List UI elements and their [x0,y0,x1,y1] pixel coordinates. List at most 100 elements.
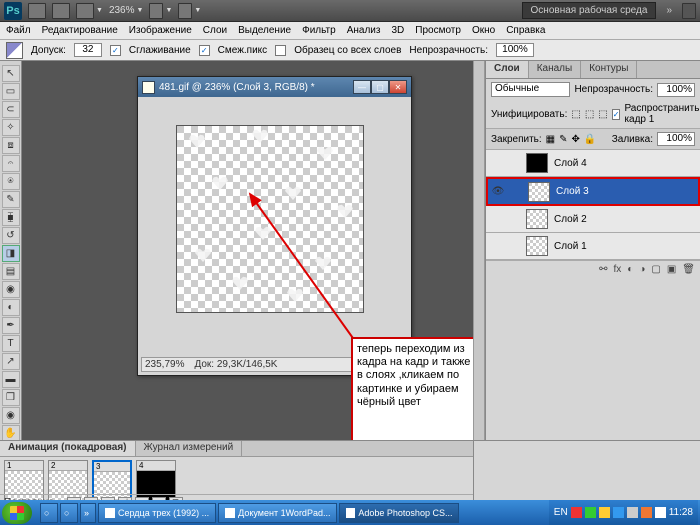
maximize-button[interactable]: ▢ [371,80,389,94]
tab-channels[interactable]: Каналы [529,61,582,78]
adjustment-icon[interactable]: ◑ [639,264,645,275]
doc-zoom: 235,79% [145,359,184,370]
gradient-tool[interactable]: ▤ [2,263,20,280]
mask-icon[interactable]: ◐ [627,264,633,275]
document-titlebar[interactable]: 481.gif @ 236% (Слой 3, RGB/8) * — ▢ ✕ [138,77,411,97]
blur-tool[interactable]: ◉ [2,281,20,298]
contiguous-checkbox[interactable]: ✓ [199,45,210,56]
tray-icon-1[interactable] [571,507,582,518]
history-brush-tool[interactable]: ↺ [2,227,20,244]
lang-indicator[interactable]: EN [554,507,568,518]
tolerance-input[interactable]: 32 [74,43,102,57]
visibility-icon[interactable]: 👁 [488,186,508,197]
tab-paths[interactable]: Контуры [581,61,637,78]
quicklaunch-more[interactable]: » [80,503,96,523]
menu-analysis[interactable]: Анализ [347,25,381,36]
lasso-tool[interactable]: ⊂ [2,101,20,118]
tray-icon-2[interactable] [585,507,596,518]
tray-icon-4[interactable] [613,507,624,518]
menu-filter[interactable]: Фильтр [302,25,336,36]
blend-mode-select[interactable]: Обычные [491,82,570,97]
lock-all-icon[interactable]: 🔒 [584,134,596,145]
menu-select[interactable]: Выделение [238,25,291,36]
marquee-tool[interactable]: ▭ [2,83,20,100]
tool-preset-icon[interactable] [6,42,23,59]
cslive-icon[interactable] [682,3,696,19]
tab-animation[interactable]: Анимация (покадровая) [0,441,136,456]
layer-row[interactable]: 👁Слой 3 [486,177,700,206]
wand-tool[interactable]: ✧ [2,119,20,136]
eyedropper-tool[interactable]: 𝄐 [2,155,20,172]
hand-tool-dropdown[interactable]: ▼ [149,3,172,19]
link-layers-icon[interactable]: ⚯ [599,264,607,275]
workspace-more-icon[interactable]: » [662,5,676,16]
start-button[interactable] [2,502,32,524]
layer-row[interactable]: Слой 1 [486,233,700,260]
unify-pos-icon[interactable]: ⬚ [571,109,580,120]
system-tray: EN 11:28 [549,500,698,525]
propagate-checkbox[interactable]: ✓ [612,109,621,120]
crop-tool[interactable]: ⧈ [2,137,20,154]
antialias-checkbox[interactable]: ✓ [110,45,121,56]
lock-pos-icon[interactable]: ✥ [572,134,580,145]
clock[interactable]: 11:28 [669,507,693,518]
zoom-dropdown[interactable]: 236%▼ [109,5,144,16]
bridge-icon[interactable] [28,3,46,19]
fill-input[interactable]: 100% [657,132,695,146]
move-tool[interactable]: ↖ [2,65,20,82]
brush-tool[interactable]: ✎ [2,191,20,208]
layer-row[interactable]: Слой 2 [486,206,700,233]
menu-file[interactable]: Файл [6,25,31,36]
tray-icon-7[interactable] [655,507,666,518]
menu-image[interactable]: Изображение [129,25,192,36]
all-layers-checkbox[interactable] [275,45,286,56]
delete-layer-icon[interactable]: 🗑 [682,264,695,275]
quicklaunch-1[interactable]: ○ [40,503,58,523]
layer-opacity-input[interactable]: 100% [657,83,695,97]
minimize-button[interactable]: — [353,80,371,94]
menu-window[interactable]: Окно [472,25,495,36]
layer-thumb [528,182,550,202]
type-tool[interactable]: T [2,335,20,352]
new-layer-icon[interactable]: ▣ [667,264,676,275]
quicklaunch-2[interactable]: ○ [60,503,78,523]
group-icon[interactable]: ▢ [651,264,660,275]
workspace-switcher[interactable]: Основная рабочая среда [522,2,657,19]
layer-row[interactable]: Слой 4 [486,150,700,177]
panel-collapse-strip[interactable] [473,61,485,485]
tab-measurement-log[interactable]: Журнал измерений [136,441,243,456]
stamp-tool[interactable]: ⧯ [2,209,20,226]
canvas[interactable] [176,125,364,313]
taskbar-item[interactable]: Сердца трех (1992) ... [98,503,216,523]
view-arrange-dropdown[interactable]: ▼ [76,3,103,19]
tray-icon-6[interactable] [641,507,652,518]
tray-icon-5[interactable] [627,507,638,518]
menu-edit[interactable]: Редактирование [42,25,118,36]
menu-view[interactable]: Просмотр [415,25,461,36]
path-tool[interactable]: ↗ [2,353,20,370]
tray-icon-3[interactable] [599,507,610,518]
taskbar-item[interactable]: Документ 1WordPad... [218,503,337,523]
opacity-input[interactable]: 100% [496,43,534,57]
close-button[interactable]: ✕ [389,80,407,94]
lock-trans-icon[interactable]: ▦ [546,134,555,145]
unify-style-icon[interactable]: ⬚ [598,109,607,120]
layer-thumb [526,236,548,256]
healing-tool[interactable]: ⍟ [2,173,20,190]
fx-icon[interactable]: fx [614,264,622,275]
dodge-tool[interactable]: ◐ [2,299,20,316]
tab-layers[interactable]: Слои [486,61,529,78]
menu-help[interactable]: Справка [506,25,545,36]
taskbar-item[interactable]: Adobe Photoshop CS... [339,503,459,523]
eraser-tool[interactable]: ◨ [2,245,20,262]
3d-camera-tool[interactable]: ◉ [2,407,20,424]
unify-vis-icon[interactable]: ⬚ [585,109,594,120]
menu-layers[interactable]: Слои [203,25,227,36]
shape-tool[interactable]: ▬ [2,371,20,388]
screen-mode-dropdown[interactable]: ▼ [178,3,201,19]
minibridge-icon[interactable] [52,3,70,19]
3d-tool[interactable]: ❒ [2,389,20,406]
menu-3d[interactable]: 3D [391,25,404,36]
pen-tool[interactable]: ✒ [2,317,20,334]
lock-paint-icon[interactable]: ✎ [559,134,567,145]
